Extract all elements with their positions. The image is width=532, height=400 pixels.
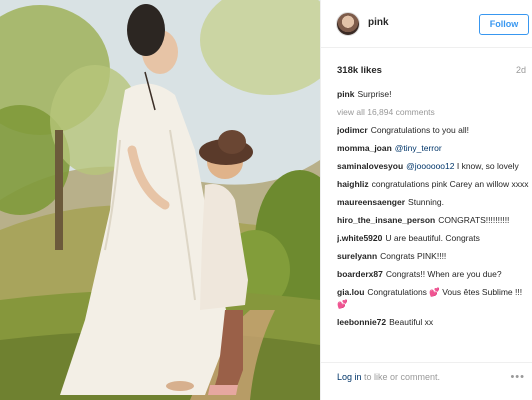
post-username[interactable]: pink <box>368 17 389 28</box>
follow-button[interactable]: Follow <box>479 14 529 35</box>
likes-count[interactable]: 318k likes <box>337 65 382 76</box>
login-prompt-text: to like or comment. <box>361 372 441 382</box>
comment-username[interactable]: surelyann <box>337 251 377 261</box>
comment-username[interactable]: boarderx87 <box>337 269 383 279</box>
comment-item: jodimcr Congratulations to you all! <box>337 124 529 136</box>
comment-item: haighliz congratulations pink Carey an wi… <box>337 178 529 190</box>
post-age[interactable]: 2d <box>516 65 526 75</box>
post-photo[interactable] <box>0 0 320 400</box>
comment-text: U are beautiful. Congrats <box>385 233 480 243</box>
comment-text: congratulations pink Carey an willow xxx… <box>371 179 529 189</box>
comment-text: Congrats!! When are you due? <box>385 269 502 279</box>
comment-mention[interactable]: @tiny_terror <box>395 143 442 153</box>
comment-item: gia.lou Congratulations 💕 Vous êtes Subli… <box>337 286 529 310</box>
comment-item: maureensaenger Stunning. <box>337 196 529 208</box>
comment-text: Congrats PINK!!!! <box>380 251 447 261</box>
comment-username[interactable]: hiro_the_insane_person <box>337 215 435 225</box>
comment-text: CONGRATS!!!!!!!!!! <box>438 215 510 225</box>
comment-item: leebonnie72 Beautiful xx <box>337 316 529 328</box>
comment-item: saminalovesyou @joooooo12 I know, so love… <box>337 160 529 172</box>
comment-username[interactable]: saminalovesyou <box>337 161 403 171</box>
post-footer: Log in to like or comment. ••• <box>321 362 532 400</box>
comment-username[interactable]: haighliz <box>337 179 369 189</box>
view-all-comments-link[interactable]: view all 16,894 comments <box>337 106 529 118</box>
comment-item: surelyann Congrats PINK!!!! <box>337 250 529 262</box>
login-link[interactable]: Log in <box>337 372 362 382</box>
comment-username[interactable]: gia.lou <box>337 287 364 297</box>
login-prompt: Log in to like or comment. <box>337 372 440 382</box>
comment-item: hiro_the_insane_person CONGRATS!!!!!!!!!! <box>337 214 529 226</box>
comment-text: Stunning. <box>408 197 444 207</box>
comment-username[interactable]: maureensaenger <box>337 197 405 207</box>
avatar[interactable] <box>336 12 360 36</box>
comments-list: pink Surprise! view all 16,894 comments j… <box>337 88 529 384</box>
comment-item: j.white5920 U are beautiful. Congrats <box>337 232 529 244</box>
comment-item: boarderx87 Congrats!! When are you due? <box>337 268 529 280</box>
more-options-icon[interactable]: ••• <box>510 371 525 383</box>
post-sidebar: pink Follow 318k likes 2d pink Surprise! … <box>320 0 532 400</box>
post-header: pink Follow <box>321 0 532 48</box>
comment-username[interactable]: leebonnie72 <box>337 317 386 327</box>
comment-username[interactable]: jodimcr <box>337 125 368 135</box>
caption-username[interactable]: pink <box>337 89 354 99</box>
comment-text: Beautiful xx <box>389 317 434 327</box>
comment-username[interactable]: j.white5920 <box>337 233 382 243</box>
caption-text: Surprise! <box>357 89 392 99</box>
comment-item: momma_joan @tiny_terror <box>337 142 529 154</box>
comment-text: I know, so lovely <box>454 161 519 171</box>
comment-mention[interactable]: @joooooo12 <box>406 161 454 171</box>
photo-illustration <box>0 0 320 400</box>
comment-text: Congratulations to you all! <box>370 125 469 135</box>
caption: pink Surprise! <box>337 88 529 100</box>
comment-username[interactable]: momma_joan <box>337 143 392 153</box>
comment-text: Congratulations 💕 Vous êtes Sublime !!! … <box>337 287 523 309</box>
